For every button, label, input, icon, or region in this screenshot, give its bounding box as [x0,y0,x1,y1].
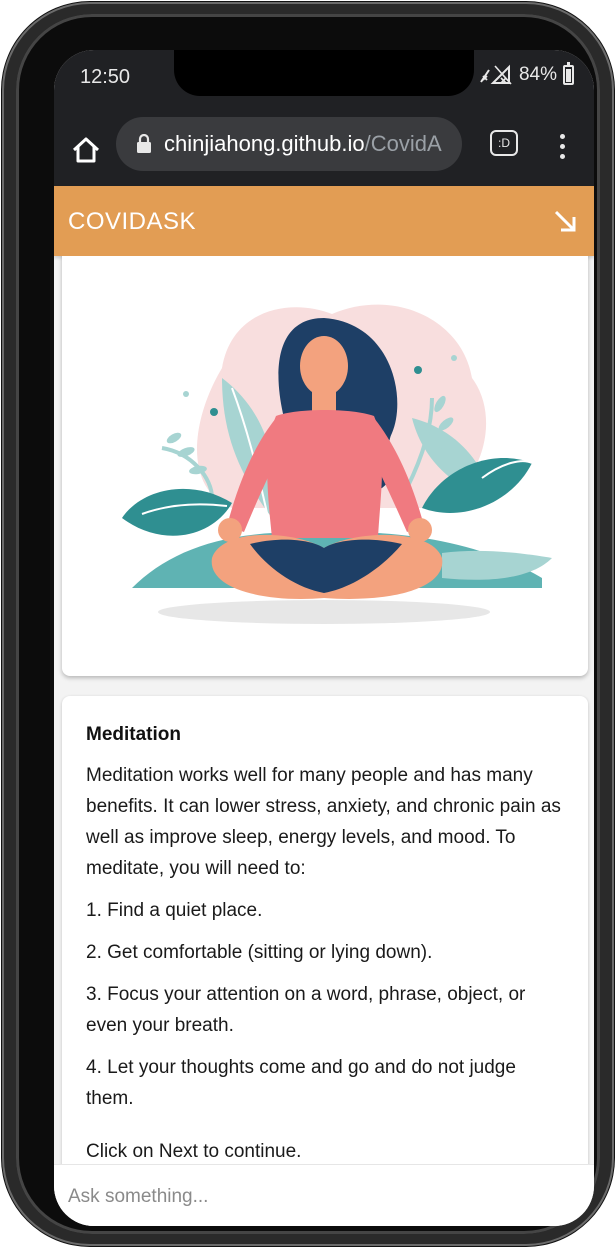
status-time: 12:50 [80,66,131,88]
url-path: /CovidA [364,131,442,156]
arrow-down-right-icon[interactable] [550,206,580,236]
url-host: chinjiahong.github.io [164,131,365,156]
intro-paragraph: Meditation works well for many people an… [86,765,561,879]
step-4: 4. Let your thoughts come and go and do … [86,1057,516,1109]
step-1: 1. Find a quiet place. [86,900,263,921]
url-text: chinjiahong.github.io/CovidA [164,131,442,157]
more-vert-icon[interactable] [552,126,572,166]
battery-icon [563,62,574,85]
battery-percent: 84% [518,64,557,85]
lock-icon [137,134,151,153]
status-indicators: 84% [479,62,574,86]
home-button[interactable] [64,128,108,172]
card-heading: Meditation [86,724,181,745]
browser-toolbar: chinjiahong.github.io/CovidA :D [54,114,594,186]
message-card: Meditation Meditation works well for man… [62,696,588,1164]
app-header: COVIDASK [54,186,594,256]
home-icon [72,137,100,163]
tab-switcher-button[interactable]: :D [490,130,518,156]
screen: 12:50 84% chinjiahong.github.io/CovidA:… [54,50,594,1226]
image-card [62,256,588,676]
chat-input-bar [54,1164,594,1226]
tab-label: :D [498,136,510,150]
address-bar[interactable]: chinjiahong.github.io/CovidA [116,117,462,171]
phone-bezel: 12:50 84% chinjiahong.github.io/CovidA:… [16,14,600,1234]
step-2: 2. Get comfortable (sitting or lying dow… [86,942,433,963]
step-3: 3. Focus your attention on a word, phras… [86,984,526,1036]
app-title: COVIDASK [68,208,197,235]
chat-content[interactable]: Meditation Meditation works well for man… [54,256,594,1164]
meditation-illustration [122,304,552,624]
ask-input[interactable] [54,1165,590,1226]
camera-notch [174,50,474,96]
card-body: Meditation works well for many people an… [86,760,566,1164]
phone-frame: 12:50 84% chinjiahong.github.io/CovidA:… [2,2,614,1246]
continue-instruction: Click on Next to continue. [86,1141,302,1162]
signal-icon [480,64,512,85]
